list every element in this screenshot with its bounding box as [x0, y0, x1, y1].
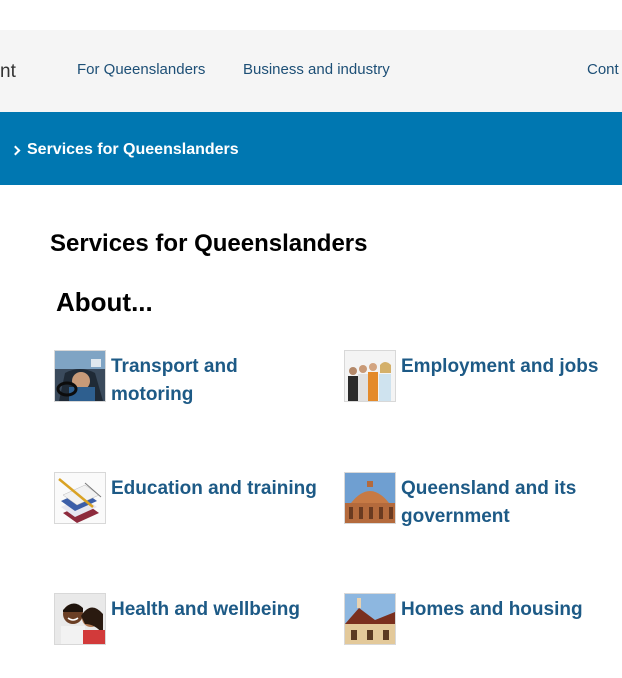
tile-queensland-and-its-government[interactable]: Queensland and its government [344, 472, 614, 531]
tile-health-and-wellbeing[interactable]: Health and wellbeing [54, 593, 334, 645]
page-title: Services for Queenslanders [50, 230, 368, 257]
tile-label: Education and training [111, 478, 317, 499]
site-logo-text[interactable]: nt [0, 60, 16, 84]
parliament-dome-photo-icon [344, 472, 396, 524]
car-driver-photo-icon [54, 350, 106, 402]
tile-label: Transport and motoring [111, 356, 238, 405]
tile-employment-and-jobs[interactable]: Employment and jobs [344, 350, 614, 402]
breadcrumb-current[interactable]: Services for Queenslanders [27, 140, 239, 160]
breadcrumb: Services for Queenslanders [10, 140, 239, 160]
tile-label: Homes and housing [401, 599, 583, 620]
workers-group-photo-icon [344, 350, 396, 402]
books-pencil-photo-icon [54, 472, 106, 524]
house-roof-photo-icon [344, 593, 396, 645]
section-title: About... [56, 287, 153, 317]
tile-label: Employment and jobs [401, 356, 599, 377]
tile-education-and-training[interactable]: Education and training [54, 472, 334, 524]
smiling-couple-photo-icon [54, 593, 106, 645]
nav-contact[interactable]: Cont [587, 61, 619, 79]
nav-for-queenslanders[interactable]: For Queenslanders [77, 61, 205, 79]
tile-label: Queensland and its government [401, 478, 577, 527]
chevron-right-icon [10, 145, 21, 156]
nav-business-and-industry[interactable]: Business and industry [243, 61, 390, 79]
tile-transport-and-motoring[interactable]: Transport and motoring [54, 350, 294, 409]
tile-homes-and-housing[interactable]: Homes and housing [344, 593, 614, 645]
tile-label: Health and wellbeing [111, 599, 300, 620]
